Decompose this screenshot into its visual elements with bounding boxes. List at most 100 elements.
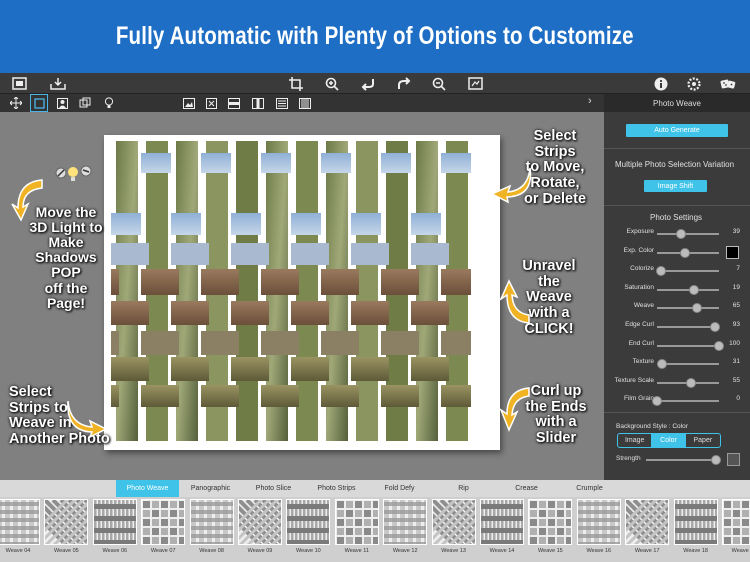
horizontal-strip[interactable] <box>201 269 231 295</box>
horizontal-strip[interactable] <box>381 153 411 173</box>
slider-knob[interactable] <box>709 322 720 332</box>
layers-icon[interactable] <box>77 95 93 111</box>
remove-icon[interactable] <box>203 95 219 111</box>
color-swatch[interactable] <box>726 245 739 259</box>
tab-crease[interactable]: Crease <box>495 480 558 497</box>
slider-knob[interactable] <box>689 284 700 295</box>
vertical-strip[interactable] <box>236 141 258 441</box>
horizontal-strip[interactable] <box>201 153 231 173</box>
horizontal-strip[interactable] <box>201 331 231 355</box>
horizontal-strip[interactable] <box>141 301 149 325</box>
slider-knob[interactable] <box>686 377 697 388</box>
slider-track[interactable] <box>657 233 719 235</box>
horizontal-strip[interactable] <box>321 153 351 173</box>
horizontal-strip[interactable] <box>381 269 411 295</box>
vertical-strip[interactable] <box>116 141 138 441</box>
settings-icon[interactable] <box>685 75 703 92</box>
horizontal-strip[interactable] <box>351 243 381 265</box>
horizontal-strip[interactable] <box>351 301 381 325</box>
horizontal-strip[interactable] <box>441 357 449 381</box>
image-shift-button[interactable]: Image Shift <box>644 180 707 192</box>
vertical-strip[interactable] <box>296 141 318 441</box>
horizontal-strip[interactable] <box>141 385 171 407</box>
horizontal-strip[interactable] <box>351 213 381 235</box>
horizontal-strip[interactable] <box>441 331 471 355</box>
slider-knob[interactable] <box>676 229 687 239</box>
crop-icon[interactable] <box>287 75 305 92</box>
panel-toggle-arrow[interactable]: › <box>588 95 592 107</box>
horizontal-strip[interactable] <box>381 385 411 407</box>
horizontal-strip[interactable] <box>231 213 261 235</box>
light-controls[interactable] <box>52 162 100 188</box>
weave-thumbnail[interactable] <box>0 499 40 545</box>
horizontal-strip[interactable] <box>291 243 321 265</box>
horizontal-strip[interactable] <box>171 269 179 295</box>
horizontal-strip[interactable] <box>201 243 209 265</box>
tab-panographic[interactable]: Panographic <box>179 480 242 497</box>
horizontal-strip[interactable] <box>261 153 291 173</box>
weave-thumbnail[interactable] <box>92 499 137 545</box>
horizontal-strip[interactable] <box>291 301 321 325</box>
auto-generate-button[interactable]: Auto Generate <box>626 124 728 137</box>
horizontal-strip[interactable] <box>381 243 389 265</box>
horizontal-strip[interactable] <box>141 243 149 265</box>
slider-knob[interactable] <box>656 359 667 370</box>
horizontal-strip[interactable] <box>291 331 299 355</box>
horizontal-strip[interactable] <box>321 357 329 381</box>
vertical-strip[interactable] <box>176 141 198 441</box>
horizontal-strip[interactable] <box>411 385 419 407</box>
portrait-icon[interactable] <box>54 95 70 111</box>
slider-knob[interactable] <box>714 340 724 351</box>
bg-option-paper[interactable]: Paper <box>686 434 720 447</box>
fit-screen-icon[interactable] <box>466 75 484 92</box>
horizontal-strip[interactable] <box>321 269 351 295</box>
weave-thumbnail[interactable] <box>189 499 234 545</box>
horizontal-strip[interactable] <box>111 269 119 295</box>
horizontal-strip[interactable] <box>441 301 449 325</box>
list-icon[interactable] <box>274 95 290 111</box>
info-icon[interactable] <box>652 75 670 92</box>
tab-crumple[interactable]: Crumple <box>558 480 621 497</box>
horizontal-strip[interactable] <box>411 301 441 325</box>
horizontal-strip[interactable] <box>171 357 201 381</box>
woven-photo[interactable] <box>104 135 500 450</box>
horizontal-strip[interactable] <box>231 269 239 295</box>
horizontal-strip[interactable] <box>351 357 381 381</box>
bg-option-color[interactable]: Color <box>651 434 686 447</box>
dice-icon[interactable] <box>719 75 737 92</box>
horizontal-strip[interactable] <box>111 331 119 355</box>
horizontal-strip[interactable] <box>291 357 321 381</box>
horizontal-strip[interactable] <box>411 243 441 265</box>
horizontal-strip[interactable] <box>321 331 351 355</box>
zoom-in-icon[interactable] <box>323 75 341 92</box>
horizontal-strip[interactable] <box>201 385 231 407</box>
weave-thumbnail[interactable] <box>334 499 379 545</box>
horizontal-strip[interactable] <box>291 213 321 235</box>
horizontal-strip[interactable] <box>171 301 201 325</box>
tab-fold-defy[interactable]: Fold Defy <box>368 480 431 497</box>
weave-thumbnail[interactable] <box>673 499 718 545</box>
light-bulb-icon[interactable] <box>101 95 117 111</box>
zoom-out-icon[interactable] <box>430 75 448 92</box>
weave-thumbnail[interactable] <box>141 499 186 545</box>
vertical-strip[interactable] <box>356 141 378 441</box>
horizontal-strip[interactable] <box>381 301 389 325</box>
slider-knob[interactable] <box>692 303 703 314</box>
horizontal-strip[interactable] <box>321 385 351 407</box>
horizontal-strip[interactable] <box>441 385 471 407</box>
horizontal-strip[interactable] <box>111 385 119 407</box>
weave-thumbnail[interactable] <box>722 499 750 545</box>
slider-track[interactable] <box>657 288 719 291</box>
slider-track[interactable] <box>657 400 719 403</box>
weave-thumbnail[interactable] <box>480 499 524 545</box>
horizontal-strip[interactable] <box>201 301 209 325</box>
horizontal-strip[interactable] <box>171 243 201 265</box>
background-style-selector[interactable]: Image Color Paper <box>617 433 721 448</box>
horizontal-strip[interactable] <box>321 243 329 265</box>
photo-icon[interactable] <box>10 75 28 92</box>
horizontal-strip[interactable] <box>141 357 149 381</box>
horizontal-strip[interactable] <box>261 301 269 325</box>
horizontal-strip[interactable] <box>111 243 141 265</box>
horizontal-strip[interactable] <box>291 269 299 295</box>
horizontal-strip[interactable] <box>111 357 141 381</box>
